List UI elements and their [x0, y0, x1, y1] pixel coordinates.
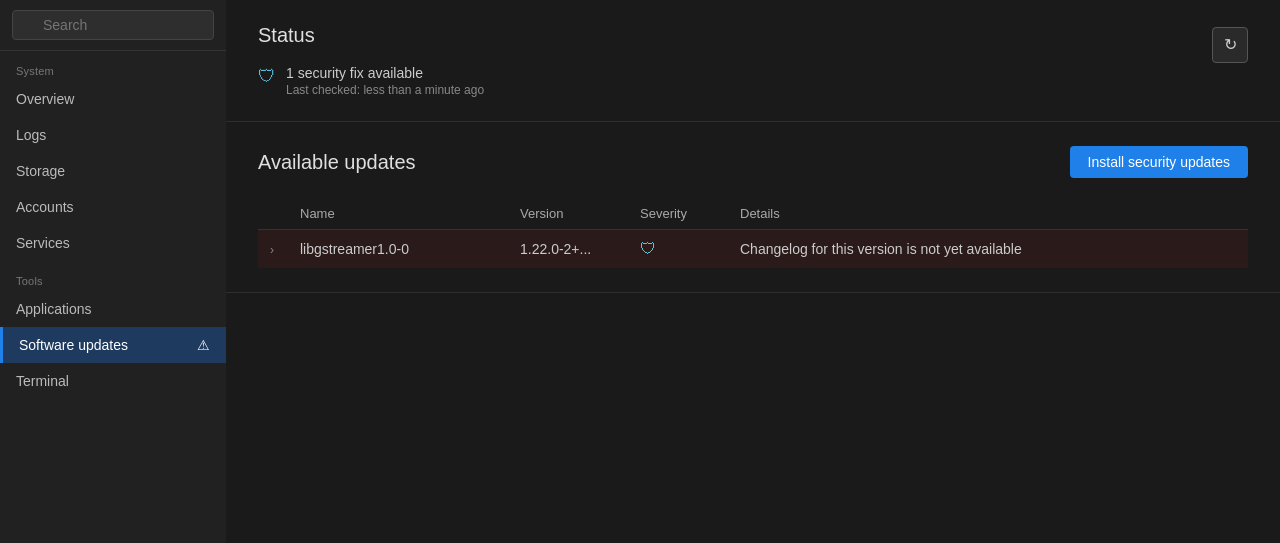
table-row[interactable]: › libgstreamer1.0-0 1.22.0-2+... 🛡 Chang…	[258, 230, 1248, 269]
refresh-icon: ↻	[1224, 35, 1237, 54]
system-section-label: System	[0, 51, 226, 81]
sidebar-item-label: Applications	[16, 301, 92, 317]
row-severity: 🛡	[628, 230, 728, 269]
main-content: Status ↻ 🛡 1 security fix available Last…	[226, 0, 1280, 543]
status-row: 🛡 1 security fix available Last checked:…	[258, 65, 1248, 97]
status-title: Status	[258, 24, 315, 47]
sidebar-item-terminal[interactable]: Terminal	[0, 363, 226, 399]
sidebar-item-label: Storage	[16, 163, 65, 179]
available-updates-panel: Available updates Install security updat…	[226, 122, 1280, 293]
updates-table: Name Version Severity Details › libgstre…	[258, 198, 1248, 268]
table-header-row: Name Version Severity Details	[258, 198, 1248, 230]
sidebar-item-label: Overview	[16, 91, 74, 107]
sidebar-item-label: Logs	[16, 127, 46, 143]
updates-title: Available updates	[258, 151, 416, 174]
sidebar-item-applications[interactable]: Applications	[0, 291, 226, 327]
chevron-right-icon: ›	[270, 243, 274, 257]
row-version: 1.22.0-2+...	[508, 230, 628, 269]
sidebar-item-label: Services	[16, 235, 70, 251]
row-expand-arrow: ›	[258, 230, 288, 269]
row-name: libgstreamer1.0-0	[288, 230, 508, 269]
col-details-header: Details	[728, 198, 1248, 230]
sidebar-item-overview[interactable]: Overview	[0, 81, 226, 117]
refresh-button[interactable]: ↻	[1212, 27, 1248, 63]
status-panel: Status ↻ 🛡 1 security fix available Last…	[226, 0, 1280, 122]
sidebar-item-logs[interactable]: Logs	[0, 117, 226, 153]
severity-shield-icon: 🛡	[640, 240, 656, 257]
sidebar-item-label: Software updates	[19, 337, 128, 353]
install-security-updates-button[interactable]: Install security updates	[1070, 146, 1248, 178]
sidebar-item-label: Terminal	[16, 373, 69, 389]
sidebar-item-services[interactable]: Services	[0, 225, 226, 261]
col-version-header: Version	[508, 198, 628, 230]
warning-badge-icon: ⚠	[197, 337, 210, 353]
sidebar: 🔍 System Overview Logs Storage Accounts …	[0, 0, 226, 543]
sidebar-item-software-updates[interactable]: Software updates ⚠	[0, 327, 226, 363]
security-shield-icon: 🛡	[258, 66, 276, 87]
col-expand	[258, 198, 288, 230]
row-details: Changelog for this version is not yet av…	[728, 230, 1248, 269]
updates-header: Available updates Install security updat…	[258, 146, 1248, 178]
search-container: 🔍	[0, 0, 226, 51]
col-name-header: Name	[288, 198, 508, 230]
tools-section-label: Tools	[0, 261, 226, 291]
last-checked-text: Last checked: less than a minute ago	[286, 83, 484, 97]
sidebar-item-label: Accounts	[16, 199, 74, 215]
col-severity-header: Severity	[628, 198, 728, 230]
sidebar-item-accounts[interactable]: Accounts	[0, 189, 226, 225]
sidebar-item-storage[interactable]: Storage	[0, 153, 226, 189]
security-fix-text: 1 security fix available	[286, 65, 484, 81]
search-input[interactable]	[12, 10, 214, 40]
